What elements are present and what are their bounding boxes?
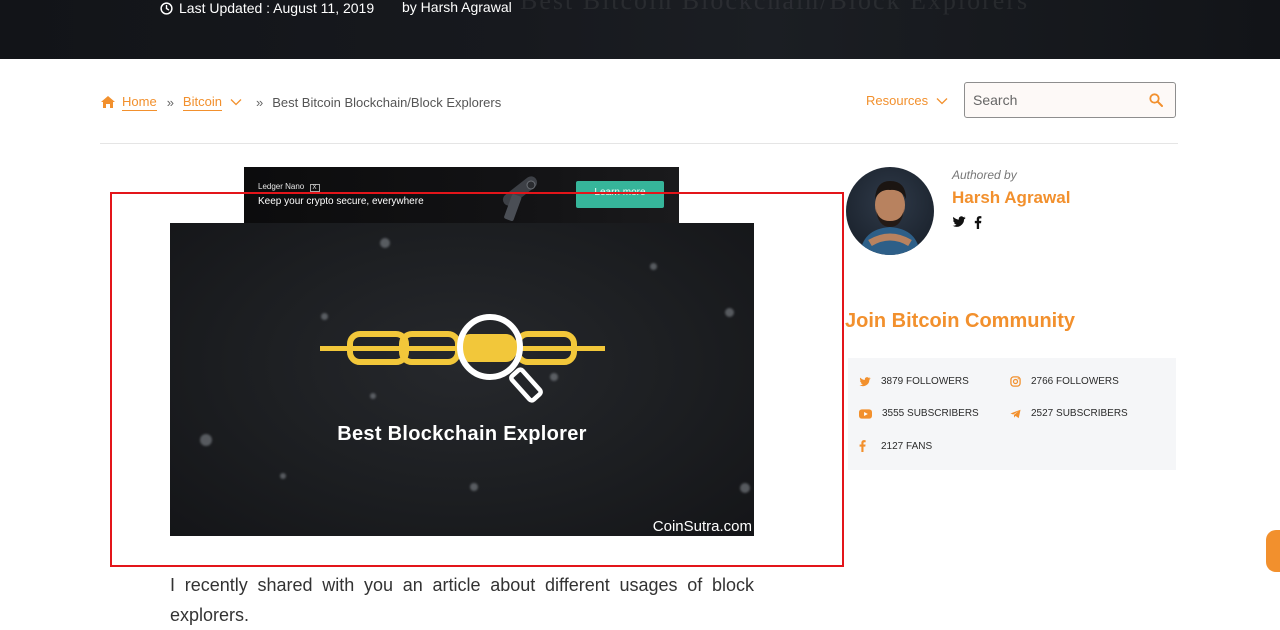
twitter-icon <box>859 376 871 386</box>
telegram-icon <box>1010 409 1021 418</box>
home-icon <box>101 96 115 108</box>
ad-banner[interactable]: Ledger Nano X Keep your crypto secure, e… <box>244 167 679 224</box>
author-social-links <box>952 216 982 229</box>
stat-text: 2127 FANS <box>881 440 933 452</box>
community-stats-panel: 3879 FOLLOWERS 2766 FOLLOWERS 3555 SUBSC… <box>848 358 1176 470</box>
breadcrumb-home-link[interactable]: Home <box>122 94 157 111</box>
blockchain-magnifier-icon <box>320 314 605 403</box>
search-input[interactable] <box>965 83 1161 117</box>
breadcrumb-separator: » <box>166 94 174 110</box>
bokeh-dot <box>740 483 750 493</box>
article-paragraph: I recently shared with you an article ab… <box>170 575 754 625</box>
hardware-wallet-icon <box>502 176 538 221</box>
facebook-fans[interactable]: 2127 FANS <box>859 440 932 452</box>
ad-brand-text: Ledger Nano <box>258 182 305 191</box>
author-avatar[interactable] <box>846 167 934 255</box>
featured-image: Best Blockchain Explorer CoinSutra.com <box>170 223 754 536</box>
article-hero: Best Bitcoin Blockchain/Block Explorers … <box>0 0 1280 59</box>
bokeh-dot <box>470 483 478 491</box>
twitter-icon[interactable] <box>952 216 966 228</box>
youtube-subscribers[interactable]: 3555 SUBSCRIBERS <box>859 408 979 419</box>
hero-author: by Harsh Agrawal <box>402 0 512 15</box>
stat-text: 2527 SUBSCRIBERS <box>1031 408 1128 419</box>
featured-image-title: Best Blockchain Explorer <box>337 423 587 445</box>
ad-brand-badge: X <box>309 184 320 192</box>
instagram-followers[interactable]: 2766 FOLLOWERS <box>1010 376 1119 387</box>
avatar-portrait <box>860 181 920 255</box>
breadcrumb-bitcoin-link[interactable]: Bitcoin <box>182 94 222 111</box>
hero-background-title: Best Bitcoin Blockchain/Block Explorers <box>520 0 1030 15</box>
featured-image-credit: CoinSutra.com <box>652 518 752 535</box>
author-name-link[interactable]: Harsh Agrawal <box>952 188 1070 208</box>
clock-icon <box>160 1 173 15</box>
stat-text: 3879 FOLLOWERS <box>881 376 969 387</box>
search-icon[interactable] <box>1149 93 1163 107</box>
breadcrumb: Home » Bitcoin » Best Bitcoin Blockchain… <box>100 92 501 112</box>
bokeh-dot <box>380 238 390 248</box>
instagram-icon <box>1010 376 1021 387</box>
ad-brand: Ledger Nano X <box>258 182 320 192</box>
resources-label: Resources <box>866 93 929 108</box>
breadcrumb-separator: » <box>255 94 264 110</box>
telegram-subscribers[interactable]: 2527 SUBSCRIBERS <box>1010 408 1128 419</box>
chevron-down-icon <box>936 97 948 104</box>
stat-text: 3555 SUBSCRIBERS <box>882 408 979 419</box>
breadcrumb-current: Best Bitcoin Blockchain/Block Explorers <box>272 94 502 110</box>
authored-by-label: Authored by <box>952 168 1017 182</box>
bokeh-dot <box>650 263 657 270</box>
ad-tagline: Keep your crypto secure, everywhere <box>258 196 424 207</box>
youtube-icon <box>859 408 872 419</box>
bokeh-dot <box>280 473 286 479</box>
last-updated: Last Updated : August 11, 2019 <box>160 0 374 17</box>
community-heading: Join Bitcoin Community <box>845 310 1075 332</box>
twitter-followers[interactable]: 3879 FOLLOWERS <box>859 376 969 387</box>
facebook-icon <box>859 440 866 452</box>
ad-learn-more-button[interactable]: Learn more <box>576 181 664 208</box>
stat-text: 2766 FOLLOWERS <box>1031 376 1119 387</box>
header-divider <box>100 143 1178 144</box>
chevron-down-icon[interactable] <box>230 98 242 106</box>
resources-menu[interactable]: Resources <box>866 93 948 108</box>
facebook-icon[interactable] <box>974 216 982 229</box>
last-updated-text: Last Updated : August 11, 2019 <box>179 0 375 16</box>
bokeh-dot <box>725 308 734 317</box>
floating-chat-button[interactable] <box>1266 530 1280 572</box>
search-box <box>964 82 1176 118</box>
